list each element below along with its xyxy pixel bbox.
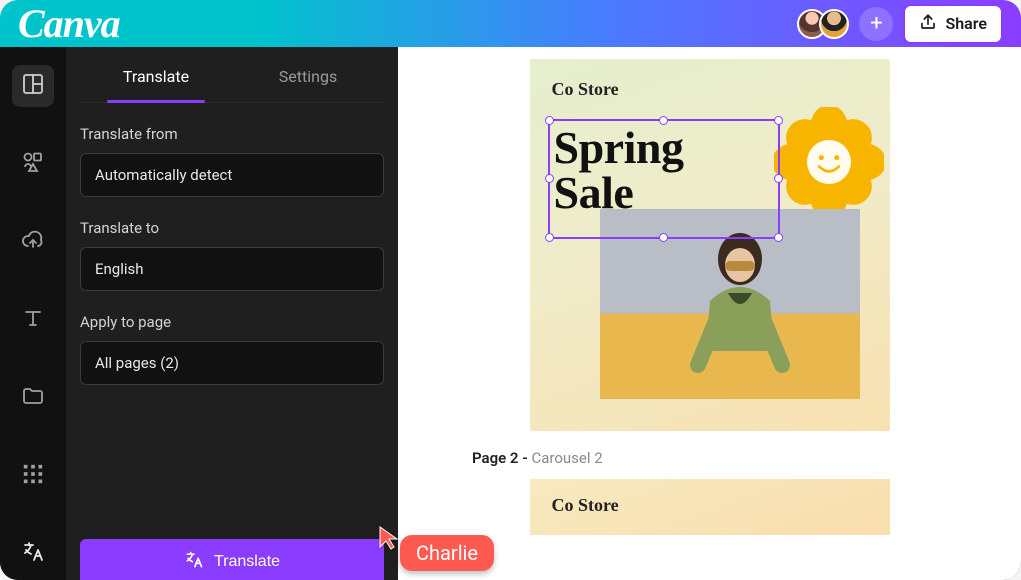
translate-button[interactable]: Translate <box>80 539 384 580</box>
apply-label: Apply to page <box>80 313 384 331</box>
templates-icon <box>21 72 45 100</box>
page-number: Page 2 - <box>472 449 531 467</box>
translate-from-select[interactable]: Automatically detect <box>80 153 384 197</box>
canvas-area[interactable]: Co Store <box>398 47 1021 580</box>
selection-box[interactable] <box>548 119 780 239</box>
translate-icon <box>184 550 204 575</box>
resize-handle[interactable] <box>659 116 668 125</box>
from-label: Translate from <box>80 125 384 143</box>
resize-handle[interactable] <box>774 174 783 183</box>
elements-icon <box>21 150 45 178</box>
cursor-icon <box>378 525 400 551</box>
rail-elements[interactable] <box>12 143 54 185</box>
translate-icon <box>21 540 45 568</box>
folder-icon <box>21 384 45 412</box>
to-value: English <box>95 260 144 278</box>
flower-graphic[interactable] <box>774 107 884 221</box>
rail-projects[interactable] <box>12 377 54 419</box>
side-rail <box>0 47 66 580</box>
editor-body: Translate Settings Translate from Automa… <box>0 47 1021 580</box>
tab-translate[interactable]: Translate <box>80 47 232 102</box>
cloud-upload-icon <box>21 228 45 256</box>
page-1[interactable]: Co Store <box>530 59 890 431</box>
text-icon <box>21 306 45 334</box>
translate-to-select[interactable]: English <box>80 247 384 291</box>
share-icon <box>919 13 937 35</box>
rail-translate[interactable] <box>12 533 54 575</box>
rail-templates[interactable] <box>12 65 54 107</box>
translate-panel: Translate Settings Translate from Automa… <box>66 47 398 580</box>
collaborator-cursor: Charlie <box>378 525 494 571</box>
panel-tabs: Translate Settings <box>80 47 384 103</box>
rail-uploads[interactable] <box>12 221 54 263</box>
page-label: Page 2 - Carousel 2 <box>472 449 951 467</box>
resize-handle[interactable] <box>545 174 554 183</box>
brand-text[interactable]: Co Store <box>552 495 868 516</box>
app-root: Canva + Share <box>0 0 1021 580</box>
apply-value: All pages (2) <box>95 354 179 372</box>
add-collaborator-button[interactable]: + <box>859 7 893 41</box>
from-value: Automatically detect <box>95 166 232 184</box>
apply-to-page-select[interactable]: All pages (2) <box>80 341 384 385</box>
share-label: Share <box>945 14 987 33</box>
resize-handle[interactable] <box>774 116 783 125</box>
avatar[interactable] <box>819 9 849 39</box>
rail-apps[interactable] <box>12 455 54 497</box>
resize-handle[interactable] <box>545 116 554 125</box>
to-label: Translate to <box>80 219 384 237</box>
top-header: Canva + Share <box>0 0 1021 47</box>
page-title: Carousel 2 <box>531 449 602 467</box>
resize-handle[interactable] <box>545 233 554 242</box>
rail-text[interactable] <box>12 299 54 341</box>
header-actions: + Share <box>797 4 1003 44</box>
resize-handle[interactable] <box>774 233 783 242</box>
tab-settings[interactable]: Settings <box>232 47 384 102</box>
canva-logo[interactable]: Canva <box>18 0 120 47</box>
collaborator-name-tag: Charlie <box>400 535 494 571</box>
page-2[interactable]: Co Store <box>530 479 890 535</box>
brand-text[interactable]: Co Store <box>552 79 868 100</box>
translate-button-label: Translate <box>214 553 280 571</box>
collaborator-avatars[interactable] <box>797 9 849 39</box>
resize-handle[interactable] <box>659 233 668 242</box>
apps-grid-icon <box>22 463 44 489</box>
share-button[interactable]: Share <box>903 4 1003 44</box>
